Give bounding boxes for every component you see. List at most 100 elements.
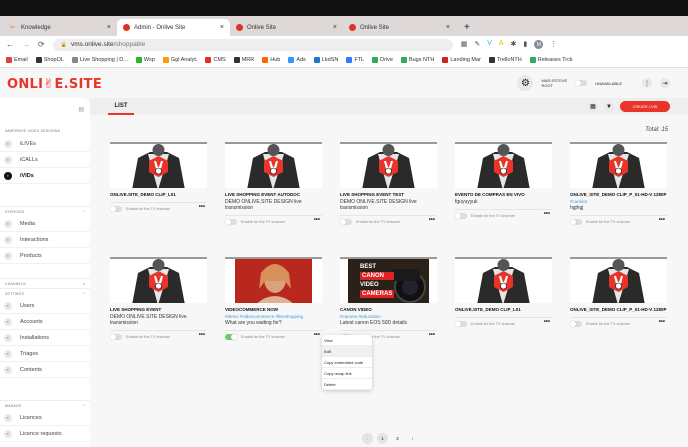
bookmark[interactable]: Ads: [288, 57, 306, 63]
more-options-icon[interactable]: •••: [544, 319, 550, 325]
back-icon[interactable]: ←: [6, 40, 14, 49]
filter-icon[interactable]: ▼: [604, 101, 614, 112]
close-icon[interactable]: ×: [446, 24, 450, 31]
card-title[interactable]: ONLIVE_SITE_DEMO CLIP_P_01-HD-V 1280P: [570, 307, 667, 313]
video-thumbnail[interactable]: [570, 257, 667, 303]
ivid-card[interactable]: EVENTO DE COMPRAS EN VIVO fguyuyyuk Enable…: [455, 142, 552, 219]
chevron-icon[interactable]: ^: [83, 210, 85, 214]
browser-tab[interactable]: Admin - Onlive Site ×: [117, 19, 230, 36]
card-title[interactable]: EVENTO DE COMPRAS EN VIVO: [455, 192, 552, 198]
sidebar-item-contents[interactable]: ▪ Contents: [0, 362, 90, 378]
logo[interactable]: ONLI✌E.SITE: [7, 77, 102, 92]
tv-channel-toggle[interactable]: [455, 212, 467, 219]
sidebar-item-icalls[interactable]: ▪ iCALLs: [0, 152, 90, 168]
bookmark[interactable]: Landing Mar: [442, 57, 481, 63]
browser-tab[interactable]: Onlive Site ×: [230, 19, 343, 36]
tv-channel-toggle[interactable]: [570, 320, 582, 327]
more-options-icon[interactable]: •••: [429, 332, 435, 338]
card-title[interactable]: LIVE SHOPPING EVENT TEST: [340, 192, 437, 198]
browser-tab[interactable]: Onlive Site ×: [343, 19, 456, 36]
bookmark[interactable]: Bugs NTH: [400, 57, 434, 63]
profile-avatar[interactable]: M: [534, 40, 544, 49]
card-title[interactable]: LIVE SHOPPING EVENT: [110, 307, 207, 313]
bookmark[interactable]: Live Shopping | D...: [71, 57, 128, 63]
bookmark[interactable]: MRR: [233, 57, 254, 63]
ivid-card[interactable]: BEST CANON VIDEO CAMERAS CANON VIDEO #camera …: [340, 257, 437, 340]
sidebar-item-ilives[interactable]: ▪ iLIVEs: [0, 136, 90, 152]
video-thumbnail[interactable]: [225, 142, 322, 188]
more-options-icon[interactable]: •••: [544, 211, 550, 217]
more-options-icon[interactable]: •••: [659, 319, 665, 325]
forward-icon[interactable]: →: [22, 40, 30, 49]
tv-channel-toggle[interactable]: [570, 218, 582, 225]
sidebar-item-interactions[interactable]: ▪ Interactions: [0, 232, 90, 248]
ivid-card[interactable]: VIDEOCOMMERCE NOW #demo #videocommerce #l…: [225, 257, 322, 340]
bookmark[interactable]: ShopOL: [35, 57, 64, 63]
menu-item-view[interactable]: View: [322, 335, 372, 346]
create-ivid-button[interactable]: CREATE I-VID: [620, 101, 670, 112]
close-icon[interactable]: ×: [107, 24, 111, 31]
sidebar-section-settings[interactable]: SETTINGS ^: [0, 288, 90, 298]
more-options-icon[interactable]: •••: [429, 217, 435, 223]
ivid-card[interactable]: ONLIVE_SITE_DEMO CLIP_P_01-HD-V 1280P Ena…: [570, 257, 667, 327]
chevron-icon[interactable]: v: [83, 282, 85, 286]
menu-item-delete[interactable]: Delete: [322, 379, 372, 390]
more-options-icon[interactable]: •••: [659, 217, 665, 223]
sidebar-item-accounts[interactable]: ▪ Accounts: [0, 314, 90, 330]
video-thumbnail[interactable]: [455, 142, 552, 188]
next-page-button[interactable]: ›: [407, 433, 418, 444]
video-thumbnail[interactable]: [110, 257, 207, 303]
tv-channel-toggle[interactable]: [225, 333, 237, 340]
menu-icon[interactable]: ⋮: [550, 40, 557, 49]
sidebar-item-licence-requests[interactable]: ▪ Licence requests: [0, 426, 90, 442]
browser-tab[interactable]: ✂ Knowledge ×: [4, 19, 117, 36]
extension-icon[interactable]: A: [499, 40, 504, 49]
more-vert-icon[interactable]: ⋮: [642, 78, 652, 88]
bookmark[interactable]: Drive: [372, 57, 393, 63]
tv-channel-toggle[interactable]: [340, 218, 352, 225]
ivid-card[interactable]: LIVE SHOPPING EVENT DEMO ONLIVE.SITE DESI…: [110, 257, 207, 340]
more-options-icon[interactable]: •••: [199, 204, 205, 210]
ivid-card[interactable]: ONLIVE_SITE_DEMO CLIP_P_01-HD-V 1280P #ca…: [570, 142, 667, 225]
tv-channel-toggle[interactable]: [110, 205, 122, 212]
card-title[interactable]: ONLIVE.SITE_DEMO CLIP_L01: [455, 307, 552, 313]
bookmark[interactable]: Email: [6, 57, 28, 63]
card-title[interactable]: LIVE SHOPPING EVENT AUTODOC: [225, 192, 322, 198]
video-thumbnail[interactable]: [455, 257, 552, 303]
extension-icon[interactable]: ▦: [461, 40, 468, 49]
gear-icon[interactable]: ⚙: [517, 75, 534, 91]
sidebar-section-steroids[interactable]: STEROIDS ^: [0, 206, 90, 216]
availability-toggle[interactable]: [575, 80, 588, 86]
bookmark[interactable]: FTL: [346, 57, 364, 63]
bookmark[interactable]: Ggl Analyt.: [162, 57, 197, 63]
grid-view-icon[interactable]: ▦: [588, 101, 598, 112]
chevron-icon[interactable]: ^: [83, 404, 85, 408]
close-icon[interactable]: ×: [220, 24, 224, 31]
puzzle-icon[interactable]: ✱: [511, 40, 517, 49]
sidebar-section-manage[interactable]: MANAGE ^: [0, 400, 90, 410]
more-options-icon[interactable]: •••: [314, 217, 320, 223]
reload-icon[interactable]: ⟳: [38, 40, 45, 49]
sidebar-item-licences[interactable]: ▪ Licences: [0, 410, 90, 426]
bookmark[interactable]: CMS: [205, 57, 226, 63]
tv-channel-toggle[interactable]: [110, 333, 122, 340]
bookmark[interactable]: Hub: [262, 57, 280, 63]
ivid-card[interactable]: ONLIVE.SITE_DEMO CLIP_L01 Enable for the …: [110, 142, 207, 212]
new-tab-icon[interactable]: +: [464, 22, 470, 33]
collapse-sidebar-icon[interactable]: ▤: [0, 98, 90, 126]
sidebar-section-channels[interactable]: CHANNELS v: [0, 278, 90, 288]
card-title[interactable]: VIDEOCOMMERCE NOW: [225, 307, 322, 313]
video-thumbnail[interactable]: BEST CANON VIDEO CAMERAS: [340, 257, 437, 303]
sidebar-item-users[interactable]: ▪ Users: [0, 298, 90, 314]
video-thumbnail[interactable]: [340, 142, 437, 188]
logout-icon[interactable]: ⇥: [660, 78, 670, 88]
ivid-card[interactable]: ONLIVE.SITE_DEMO CLIP_L01 Enable for the …: [455, 257, 552, 327]
prev-page-button[interactable]: ‹: [362, 433, 373, 444]
card-tags[interactable]: #demo #videocommerce #liveshopping: [225, 314, 322, 319]
video-thumbnail[interactable]: [225, 257, 322, 303]
menu-item-copy-recap-link[interactable]: Copy recap link: [322, 368, 372, 379]
menu-item-edit[interactable]: Edit: [322, 346, 372, 357]
bookmark[interactable]: Releases Trck: [529, 57, 573, 63]
tv-channel-toggle[interactable]: [225, 218, 237, 225]
card-title[interactable]: ONLIVE.SITE_DEMO CLIP_L01: [110, 192, 207, 198]
